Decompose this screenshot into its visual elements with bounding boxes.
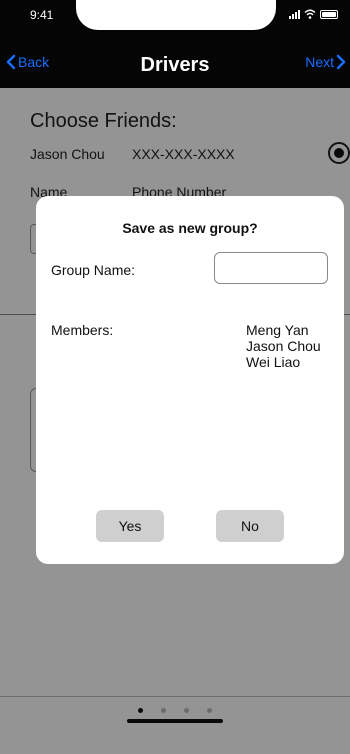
phone-screen: 9:41 Back Drivers Next Choose Friends: J…	[0, 0, 350, 754]
member-name: Meng Yan	[246, 322, 309, 338]
member-name: Jason Chou	[246, 338, 321, 354]
battery-icon	[320, 10, 338, 19]
chevron-right-icon	[336, 54, 346, 70]
status-icons	[289, 9, 338, 19]
save-group-dialog: Save as new group? Group Name: Members: …	[36, 196, 344, 564]
notch	[76, 0, 276, 30]
members-list: Meng Yan Jason Chou Wei Liao	[246, 322, 321, 370]
page-title: Drivers	[140, 54, 210, 76]
group-name-input[interactable]	[214, 252, 328, 284]
signal-icon	[289, 9, 300, 19]
wifi-icon	[304, 9, 316, 19]
next-button[interactable]: Next	[305, 54, 346, 70]
status-time: 9:41	[30, 8, 54, 22]
yes-button[interactable]: Yes	[96, 510, 164, 542]
next-label: Next	[305, 54, 334, 70]
members-label: Members:	[51, 322, 114, 338]
header: 9:41 Back Drivers Next	[0, 0, 350, 88]
member-name: Wei Liao	[246, 354, 301, 370]
dialog-title: Save as new group?	[122, 220, 258, 236]
no-button[interactable]: No	[216, 510, 284, 542]
group-name-label: Group Name:	[51, 262, 136, 278]
